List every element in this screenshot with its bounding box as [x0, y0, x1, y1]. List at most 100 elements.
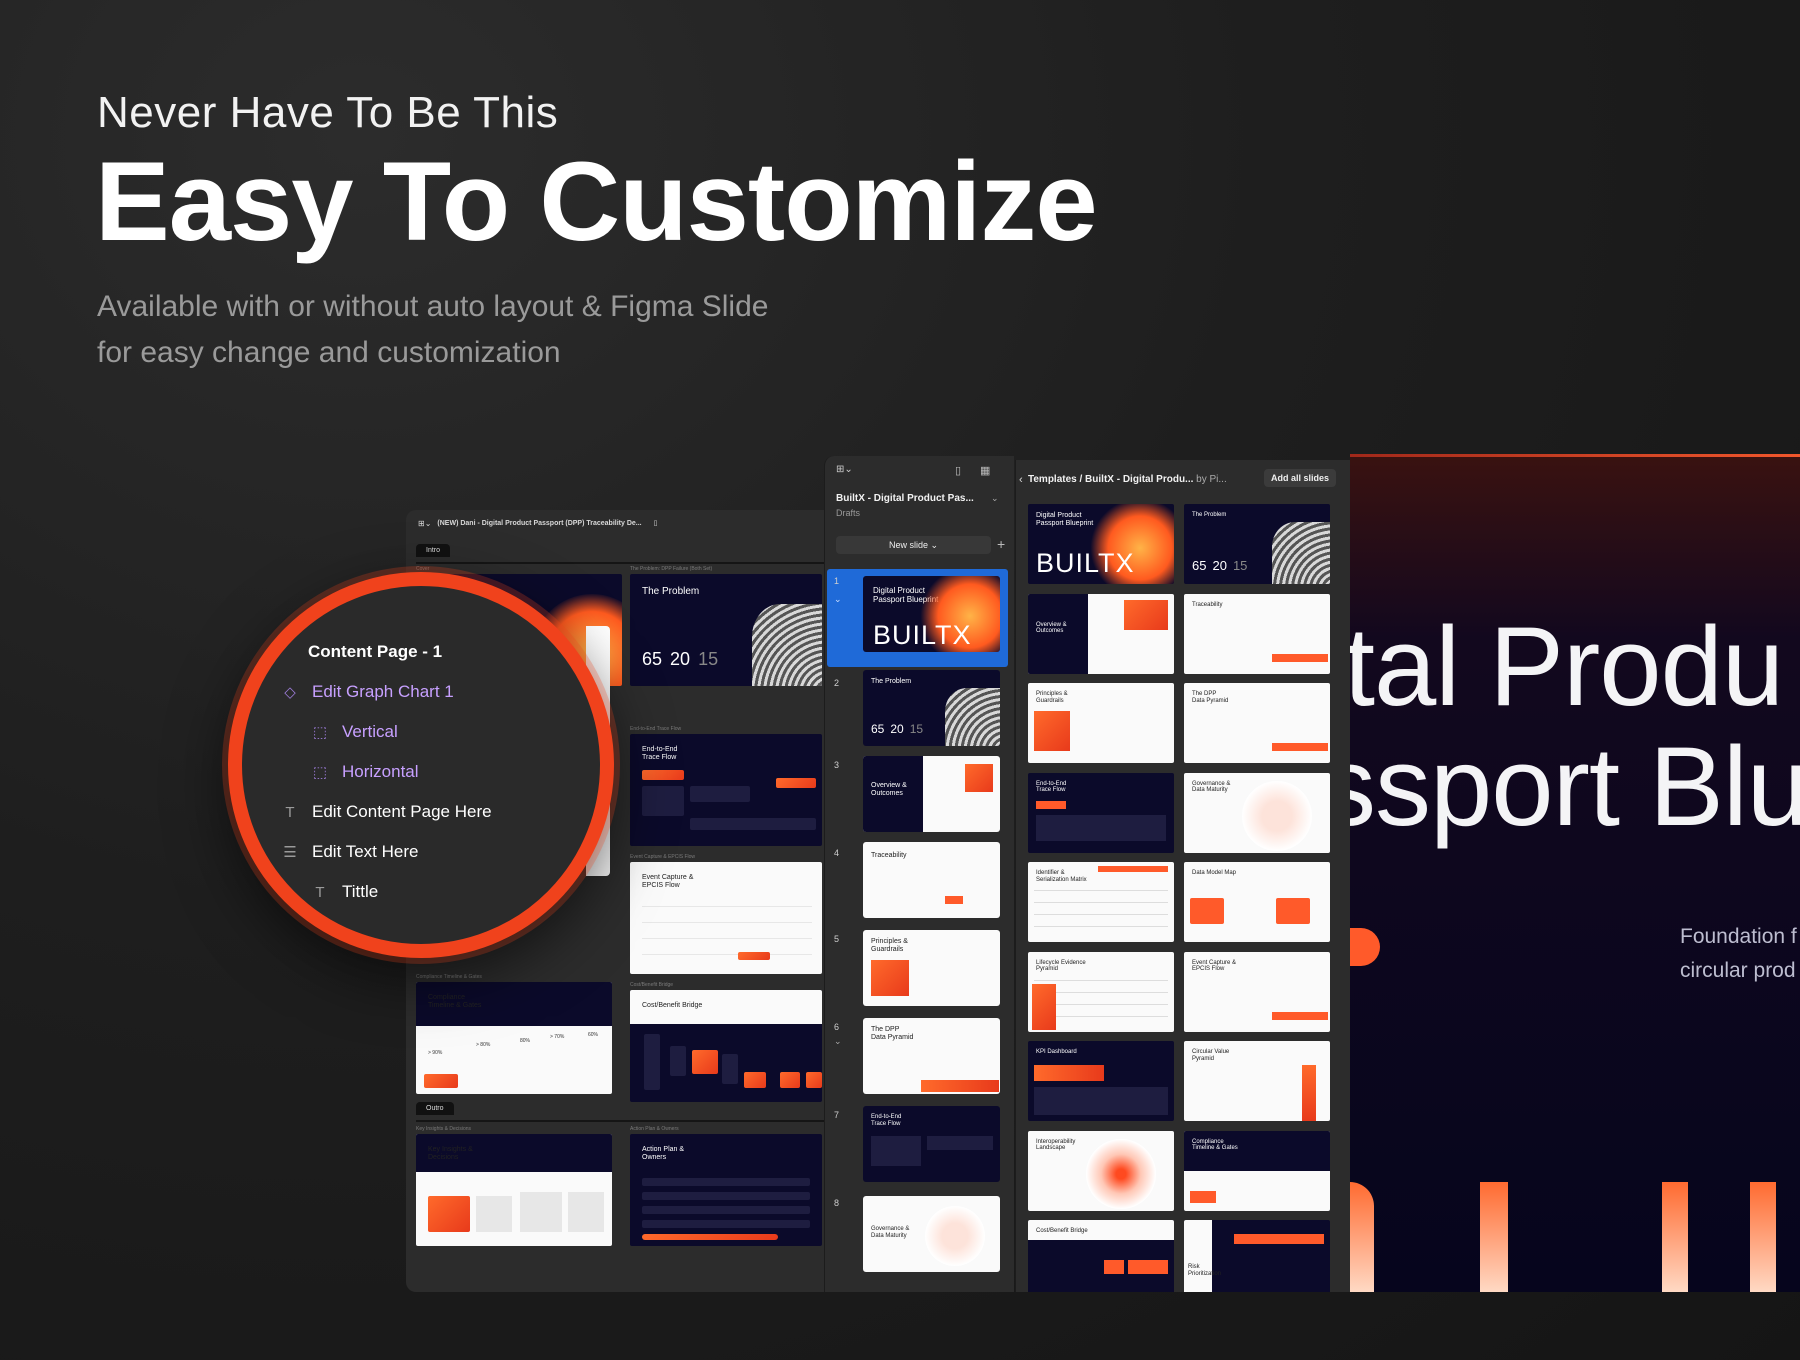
- template-slide-18[interactable]: Risk Prioritization: [1184, 1220, 1330, 1292]
- template-slide-17[interactable]: Cost/Benefit Bridge: [1028, 1220, 1174, 1292]
- slide-preview-canvas: ital Produ ssport Blu Foundation f circu…: [1350, 454, 1800, 1292]
- slide-thumb-1[interactable]: Digital Product Passport Blueprint BUILT…: [863, 576, 1000, 652]
- layer-label: Content Page - 1: [308, 642, 443, 661]
- slide-title: The DPP Data Pyramid: [1192, 691, 1229, 704]
- slide-title: The DPP Data Pyramid: [871, 1026, 914, 1041]
- slide-stats: 65 20 15: [1192, 558, 1248, 573]
- slide-thumb-3[interactable]: Overview & Outcomes: [863, 756, 1000, 832]
- file-name[interactable]: BuiltX - Digital Product Pas...: [836, 493, 974, 504]
- frame-label-e2e[interactable]: End-to-End Trace Flow: [630, 726, 681, 732]
- slide-title: Overview & Outcomes: [1036, 621, 1067, 635]
- layer-label: Edit Text Here: [312, 842, 419, 861]
- single-view-icon[interactable]: ▯: [955, 464, 961, 477]
- template-slide-16[interactable]: Compliance Timeline & Gates: [1184, 1130, 1330, 1211]
- layer-row-content-page[interactable]: Content Page - 1: [308, 642, 442, 662]
- layer-row-vertical[interactable]: ⬚ Vertical: [310, 722, 398, 742]
- frame-label-keyinsights[interactable]: Key Insights & Decisions: [416, 1126, 471, 1132]
- slide-thumb-4[interactable]: Traceability: [863, 842, 1000, 918]
- slide-thumb-5[interactable]: Principles & Guardrails: [863, 930, 1000, 1006]
- section-tab-intro[interactable]: Intro: [416, 544, 451, 557]
- chevron-down-icon[interactable]: ⌄: [834, 594, 842, 605]
- hero-logo-letter: [1750, 1182, 1776, 1292]
- hero-subtitle: Foundation f circular prod: [1680, 920, 1797, 988]
- slide-number: 1: [834, 576, 840, 586]
- canvas-slide-keyinsights[interactable]: Key Insights & Decisions: [416, 1134, 612, 1246]
- back-chevron-icon[interactable]: ‹: [1019, 474, 1023, 486]
- figma-menu-icon[interactable]: ⊞⌄: [418, 519, 431, 528]
- slide-title: The Problem: [642, 586, 700, 597]
- template-slide-12[interactable]: Event Capture & EPCIS Flow: [1184, 951, 1330, 1032]
- subcopy: Available with or without auto layout & …: [97, 284, 768, 376]
- template-slide-4[interactable]: Traceability: [1184, 593, 1330, 674]
- layer-row-edit-graph-chart[interactable]: ◇ Edit Graph Chart 1: [280, 682, 454, 702]
- hero-subtitle-line-1: Foundation f: [1680, 925, 1797, 948]
- slide-thumb-7[interactable]: End-to-End Trace Flow: [863, 1106, 1000, 1182]
- frame-label-costbenefit[interactable]: Cost/Benefit Bridge: [630, 982, 673, 988]
- canvas-slide-e2e[interactable]: End-to-End Trace Flow: [630, 734, 822, 846]
- templates-breadcrumb[interactable]: Templates / BuiltX - Digital Produ... by…: [1028, 474, 1227, 485]
- section-divider: [416, 562, 826, 564]
- chevron-down-icon[interactable]: ⌄: [834, 1036, 842, 1047]
- template-slide-3[interactable]: Overview & Outcomes: [1028, 593, 1174, 674]
- template-slide-13[interactable]: KPI Dashboard: [1028, 1041, 1174, 1121]
- auto-layout-icon: ☰: [283, 844, 297, 861]
- frame-label-actionplan[interactable]: Action Plan & Owners: [630, 1126, 679, 1132]
- frame-label-event[interactable]: Event Capture & EPCIS Flow: [630, 854, 695, 860]
- template-slide-14[interactable]: Circular Value Pyramid: [1184, 1041, 1330, 1121]
- template-slide-7[interactable]: End-to-End Trace Flow: [1028, 772, 1174, 853]
- slide-number: 7: [834, 1110, 840, 1120]
- hero-logo-letter: [1350, 1182, 1374, 1292]
- template-slide-15[interactable]: Interoperability Landscape: [1028, 1130, 1174, 1211]
- layers-zoom-magnifier: Content Page - 1 ◇ Edit Graph Chart 1 ⬚ …: [228, 572, 614, 958]
- headline: Easy To Customize: [95, 139, 1098, 264]
- frame-label-compliance[interactable]: Compliance Timeline & Gates: [416, 974, 482, 980]
- slide-title: Digital Product Passport Blueprint: [1036, 512, 1094, 528]
- slide-thumb-8[interactable]: Governance & Data Maturity: [863, 1196, 1000, 1272]
- template-slide-9[interactable]: Identifier & Serialization Matrix: [1028, 862, 1174, 942]
- file-title[interactable]: (NEW) Dani - Digital Product Passport (D…: [437, 520, 641, 527]
- frame-label-problem[interactable]: The Problem: DPP Failure (Both Set): [630, 566, 712, 572]
- template-slide-8[interactable]: Governance & Data Maturity: [1184, 772, 1330, 853]
- canvas-slide-problem[interactable]: The Problem 65 20 15: [630, 574, 822, 686]
- section-tab-outro[interactable]: Outro: [416, 1102, 454, 1115]
- slide-stats: 65 20 15: [871, 722, 924, 736]
- template-slide-5[interactable]: Principles & Guardrails: [1028, 683, 1174, 763]
- eyebrow-text: Never Have To Be This: [97, 88, 559, 137]
- templates-panel: ‹ Templates / BuiltX - Digital Produ... …: [1015, 460, 1355, 1292]
- layer-row-horizontal[interactable]: ⬚ Horizontal: [310, 762, 419, 782]
- stat: > 90%: [428, 1050, 443, 1056]
- chevron-down-icon[interactable]: ⌄: [991, 493, 999, 504]
- canvas-slide-compliance[interactable]: Compliance Timeline & Gates > 90% > 80% …: [416, 982, 612, 1094]
- layer-row-edit-content-page[interactable]: T Edit Content Page Here: [280, 802, 491, 822]
- subcopy-line-2: for easy change and customization: [97, 336, 561, 369]
- template-slide-11[interactable]: Lifecycle Evidence Pyramid: [1028, 951, 1174, 1032]
- new-slide-button[interactable]: New slide ⌄: [836, 536, 991, 554]
- slide-thumb-6[interactable]: The DPP Data Pyramid: [863, 1018, 1000, 1094]
- template-slide-2[interactable]: 65 20 15 The Problem: [1184, 504, 1330, 584]
- canvas-slide-actionplan[interactable]: Action Plan & Owners: [630, 1134, 822, 1246]
- slide-title: Key Insights & Decisions: [428, 1146, 473, 1162]
- slide-title: Risk Prioritization: [1188, 1264, 1222, 1277]
- canvas-slide-costbenefit[interactable]: Cost/Benefit Bridge: [630, 990, 822, 1102]
- canvas-slide-event[interactable]: Event Capture & EPCIS Flow: [630, 862, 822, 974]
- add-all-slides-button[interactable]: Add all slides: [1264, 469, 1337, 487]
- add-icon[interactable]: +: [997, 536, 1005, 552]
- layer-row-edit-text[interactable]: ☰ Edit Text Here: [280, 842, 418, 862]
- file-location: Drafts: [836, 508, 861, 518]
- grid-view-icon[interactable]: ▦: [980, 464, 990, 477]
- slide-title: Cost/Benefit Bridge: [642, 1002, 703, 1009]
- template-slide-1[interactable]: BUILTX Digital Product Passport Blueprint: [1028, 504, 1174, 584]
- template-slide-6[interactable]: The DPP Data Pyramid: [1184, 683, 1330, 763]
- layer-label: Edit Graph Chart 1: [312, 682, 454, 701]
- hero-logo-letter: [1662, 1182, 1688, 1292]
- slide-title: Traceability: [1192, 601, 1223, 608]
- panel-toggle-icon[interactable]: ▯: [654, 519, 658, 527]
- hero-subtitle-line-2: circular prod: [1680, 959, 1796, 982]
- component-diamond-icon: ◇: [284, 684, 296, 701]
- layer-row-tittle[interactable]: T Tittle: [310, 882, 378, 902]
- slide-thumb-2[interactable]: The Problem 65 20 15: [863, 670, 1000, 746]
- stat: 80%: [520, 1038, 531, 1044]
- template-slide-10[interactable]: Data Model Map: [1184, 862, 1330, 942]
- slide-number: 2: [834, 678, 840, 688]
- figma-menu-icon[interactable]: ⊞⌄: [836, 464, 853, 475]
